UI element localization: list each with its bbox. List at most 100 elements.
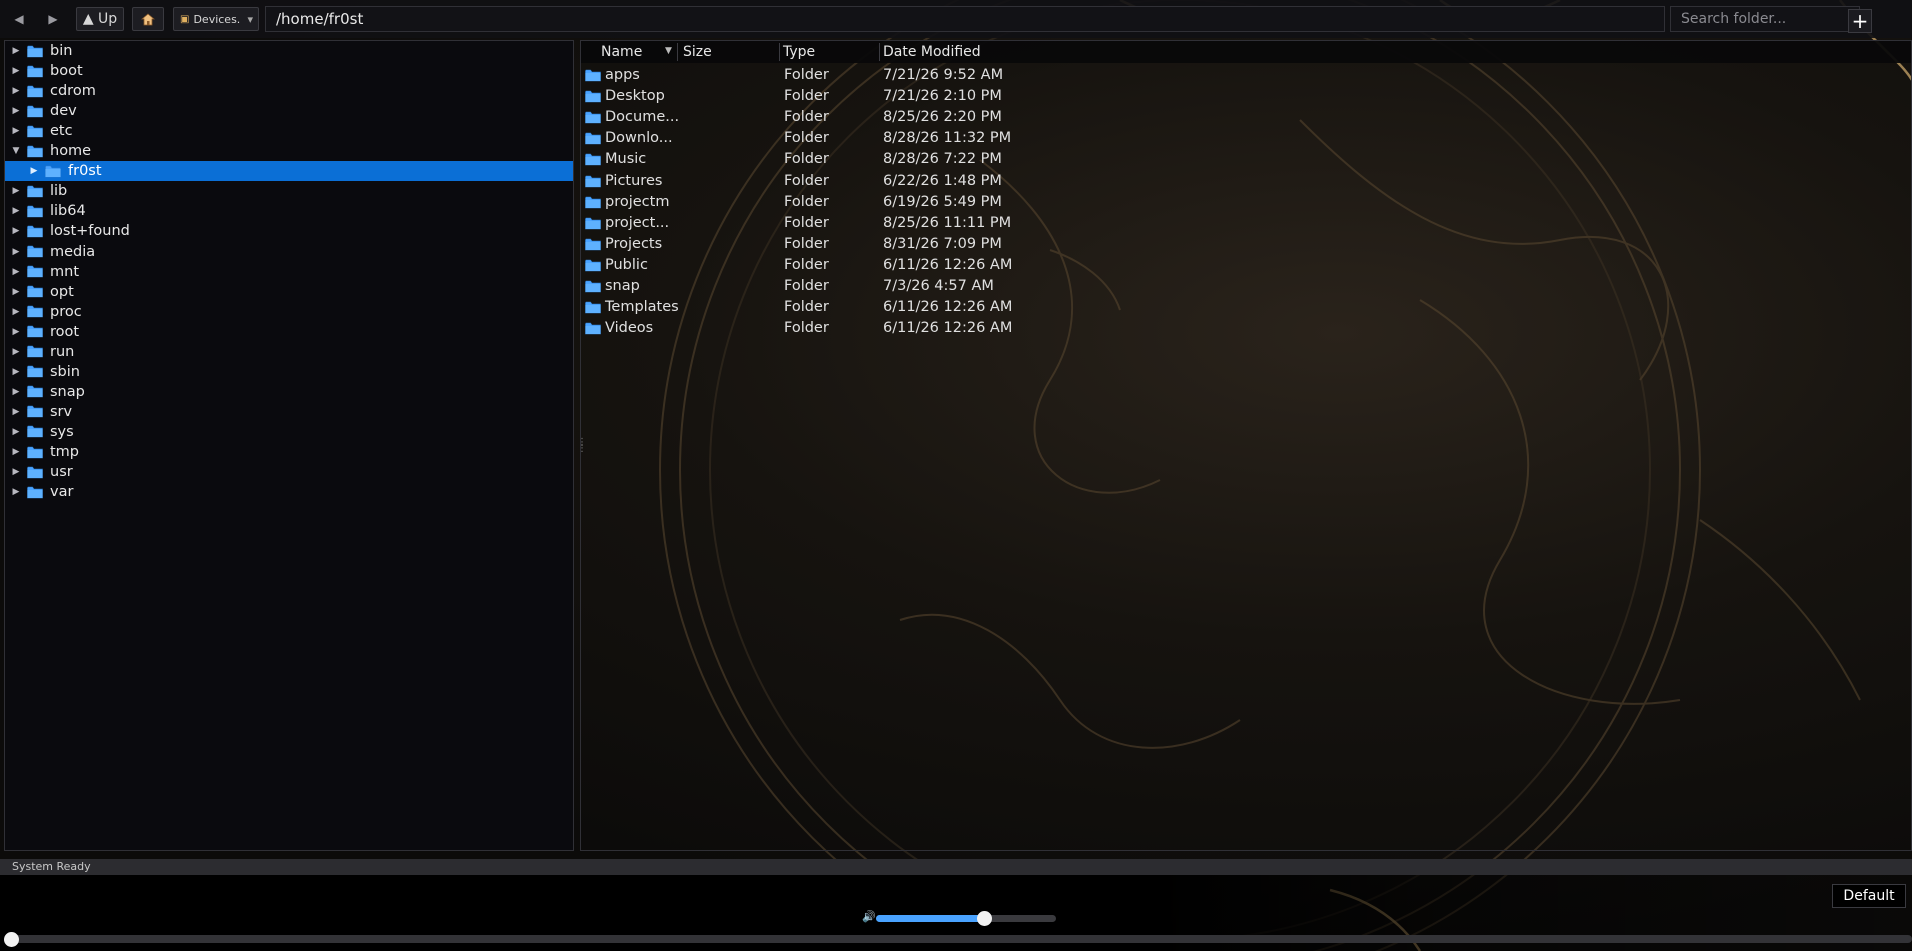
folder-icon-wrap [585,301,601,314]
chevron-right-icon[interactable]: ▶ [9,427,23,437]
folder-icon [585,322,601,335]
file-row[interactable]: Videos Folder 6/11/26 12:26 AM [581,318,1012,339]
tree-item[interactable]: ▶ snap [5,382,573,402]
column-header-name[interactable]: Name [601,44,642,60]
file-row[interactable]: snap Folder 7/3/26 4:57 AM [581,276,1001,297]
folder-icon [585,154,601,166]
column-divider[interactable] [779,43,780,61]
tree-item[interactable]: ▶ run [5,342,573,362]
path-input[interactable] [265,6,1665,32]
chevron-right-icon[interactable]: ▶ [9,447,23,457]
chevron-right-icon[interactable]: ▶ [9,267,23,277]
folder-icon-wrap [585,196,601,209]
file-row[interactable]: Public Folder 6/11/26 12:26 AM [581,255,1012,276]
file-date: 8/25/26 11:11 PM [883,214,1012,231]
tree-item-label: var [50,484,74,501]
chevron-right-icon[interactable]: ▶ [9,467,23,477]
chevron-right-icon[interactable]: ▶ [9,327,23,337]
tree-item-label: lib64 [50,203,86,220]
tree-item[interactable]: ▶ bin [5,41,573,61]
tree-item[interactable]: ▶ lib64 [5,201,573,221]
tree-item[interactable]: ▶ dev [5,101,573,121]
chevron-right-icon[interactable]: ▶ [9,126,23,136]
chevron-right-icon[interactable]: ▶ [9,407,23,417]
column-divider[interactable] [677,43,678,61]
tree-item[interactable]: ▶ sbin [5,362,573,382]
chevron-right-icon[interactable]: ▶ [9,247,23,257]
chevron-right-icon[interactable]: ▶ [9,46,23,56]
tree-item[interactable]: ▶ root [5,322,573,342]
column-header-date[interactable]: Date Modified [883,44,981,60]
chevron-right-icon[interactable]: ▶ [9,367,23,377]
tree-item[interactable]: ▶ srv [5,402,573,422]
column-divider[interactable] [879,43,880,61]
chevron-right-icon[interactable]: ▶ [9,387,23,397]
file-row[interactable]: Downlo... Folder 8/28/26 11:32 PM [581,128,1011,149]
tree-item[interactable]: ▶ tmp [5,442,573,462]
chevron-right-icon[interactable]: ▶ [9,206,23,216]
tree-item[interactable]: ▶ var [5,482,573,502]
chevron-right-icon[interactable]: ▶ [9,226,23,236]
chevron-right-icon[interactable]: ▶ [9,347,23,357]
back-button[interactable]: ◀ [6,7,32,31]
tree-item[interactable]: ▶ opt [5,282,573,302]
add-button[interactable]: + [1848,9,1872,33]
file-row[interactable]: Projects Folder 8/31/26 7:09 PM [581,234,1002,255]
file-row[interactable]: Music Folder 8/28/26 7:22 PM [581,149,1002,170]
seek-slider[interactable] [6,935,1912,943]
folder-icon [585,196,601,208]
home-button[interactable] [132,7,164,31]
folder-icon-wrap [585,90,601,103]
chevron-down-icon[interactable]: ▼ [9,146,23,156]
file-row[interactable]: Pictures Folder 6/22/26 1:48 PM [581,171,1002,192]
forward-button[interactable]: ▶ [40,7,66,31]
file-date: 6/11/26 12:26 AM [883,299,1013,316]
up-button[interactable]: ▲ Up [76,7,124,31]
tree-item[interactable]: ▶ cdrom [5,81,573,101]
tree-item[interactable]: ▶ usr [5,462,573,482]
file-type: Folder [784,299,829,316]
file-row[interactable]: Docume... Folder 8/25/26 2:20 PM [581,107,1002,128]
tree-item-label: proc [50,303,82,320]
chevron-right-icon[interactable]: ▶ [9,307,23,317]
tree-item[interactable]: ▶ media [5,242,573,262]
chevron-right-icon[interactable]: ▶ [27,166,41,176]
file-type: Folder [784,172,829,189]
sort-descending-icon: ▼ [665,46,672,56]
devices-dropdown[interactable]: ▣ Devices. ▾ [173,7,259,31]
tree-item[interactable]: ▶ proc [5,302,573,322]
folder-icon [27,285,43,298]
forward-arrow-icon: ▶ [48,12,58,26]
volume-slider[interactable] [876,911,1056,926]
file-row[interactable]: project... Folder 8/25/26 11:11 PM [581,213,1011,234]
tree-item[interactable]: ▶ etc [5,121,573,141]
chevron-right-icon[interactable]: ▶ [9,86,23,96]
tree-item[interactable]: ▶ mnt [5,262,573,282]
seek-slider-handle[interactable] [4,932,19,947]
chevron-right-icon[interactable]: ▶ [9,287,23,297]
file-row[interactable]: apps Folder 7/21/26 9:52 AM [581,65,1003,86]
tree-item[interactable]: ▶ sys [5,422,573,442]
tree-item[interactable]: ▼ home [5,141,573,161]
tree-item[interactable]: ▶ boot [5,61,573,81]
volume-slider-handle[interactable] [977,911,992,926]
search-input[interactable] [1670,6,1860,32]
folder-icon-wrap [585,153,601,166]
folder-icon [585,175,601,187]
chevron-right-icon[interactable]: ▶ [9,487,23,497]
file-date: 8/25/26 2:20 PM [883,109,1002,126]
tree-item[interactable]: ▶ fr0st [5,161,573,182]
column-header-size[interactable]: Size [683,44,712,60]
file-row[interactable]: Templates Folder 6/11/26 12:26 AM [581,297,1012,318]
file-row[interactable]: Desktop Folder 7/21/26 2:10 PM [581,86,1002,107]
file-row[interactable]: projectm Folder 6/19/26 5:49 PM [581,192,1002,213]
column-header-type[interactable]: Type [783,44,815,60]
tree-item[interactable]: ▶ lost+found [5,221,573,241]
folder-icon [585,259,601,272]
tree-item[interactable]: ▶ lib [5,181,573,201]
default-button[interactable]: Default [1832,884,1906,908]
chevron-right-icon[interactable]: ▶ [9,66,23,76]
chevron-right-icon[interactable]: ▶ [9,186,23,196]
status-text: System Ready [12,860,91,873]
chevron-right-icon[interactable]: ▶ [9,106,23,116]
